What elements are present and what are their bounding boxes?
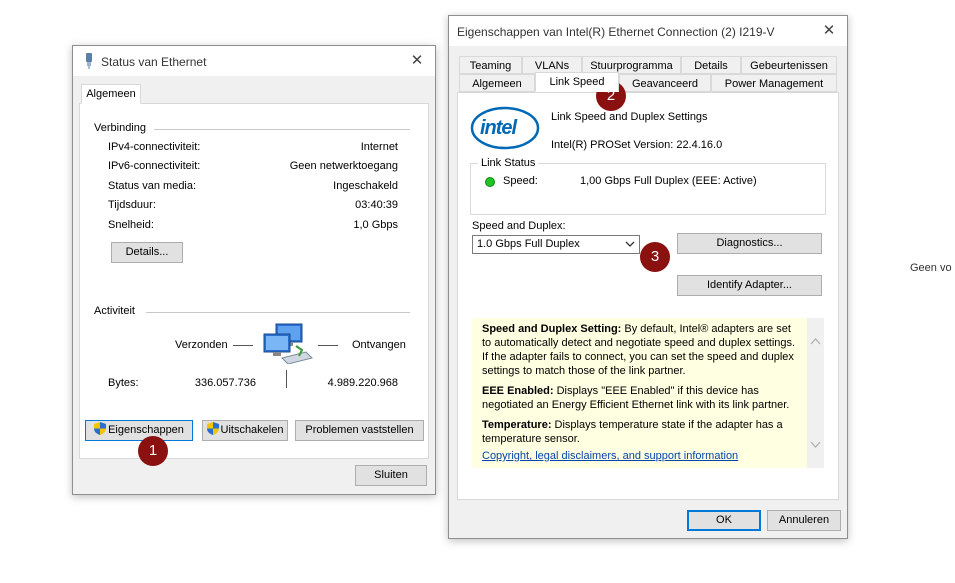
properties-button[interactable]: Eigenschappen [85, 420, 193, 441]
connection-group-label: Verbinding [94, 122, 146, 134]
link-speed-heading: Link Speed and Duplex Settings [551, 111, 708, 123]
help-text-area: Speed and Duplex Setting: By default, In… [472, 318, 807, 468]
diagnose-button[interactable]: Problemen vaststellen [295, 420, 424, 441]
tab-geavanceerd[interactable]: Geavanceerd [619, 74, 711, 92]
chevron-down-icon [625, 239, 635, 252]
link-speed-label: Speed: [503, 175, 538, 187]
speed-duplex-value: 1.0 Gbps Full Duplex [477, 238, 580, 250]
status-panel: Verbinding IPv4-connectiviteit: Internet… [79, 103, 429, 459]
ipv6-value: Geen netwerktoegang [289, 160, 398, 172]
close-icon[interactable]: ✕ [819, 21, 839, 41]
support-link[interactable]: Copyright, legal disclaimers, and suppor… [482, 450, 738, 462]
ipv4-label: IPv4-connectiviteit: [108, 141, 201, 153]
tab-link-speed[interactable]: Link Speed [535, 72, 619, 92]
media-label: Status van media: [108, 180, 197, 192]
scroll-down-icon[interactable] [810, 440, 821, 452]
disable-button[interactable]: Uitschakelen [202, 420, 288, 441]
bytes-label: Bytes: [108, 377, 139, 389]
speed-label: Snelheid: [108, 219, 154, 231]
properties-window: Eigenschappen van Intel(R) Ethernet Conn… [448, 15, 848, 539]
identify-adapter-button[interactable]: Identify Adapter... [677, 275, 822, 296]
annotation-badge-3: 3 [640, 242, 670, 272]
help-paragraph-eee: EEE Enabled: Displays "EEE Enabled" if t… [482, 384, 800, 412]
speed-duplex-select[interactable]: 1.0 Gbps Full Duplex [472, 235, 640, 254]
properties-button-label: Eigenschappen [108, 424, 184, 436]
details-button[interactable]: Details... [111, 242, 183, 263]
activity-divider [146, 312, 410, 313]
status-window: Status van Ethernet ✕ Algemeen Verbindin… [72, 45, 436, 495]
tab-teaming[interactable]: Teaming [459, 56, 522, 74]
uac-shield-icon [94, 422, 107, 435]
duration-label: Tijdsduur: [108, 199, 156, 211]
duration-value: 03:40:39 [355, 199, 398, 211]
ok-button[interactable]: OK [687, 510, 761, 531]
bytes-received-value: 4.989.220.968 [327, 377, 398, 389]
media-value: Ingeschakeld [333, 180, 398, 192]
received-dash [318, 345, 338, 346]
disable-button-label: Uitschakelen [220, 424, 284, 436]
connection-divider [154, 129, 410, 130]
tab-power-management[interactable]: Power Management [711, 74, 837, 92]
link-speed-panel: intel Link Speed and Duplex Settings Int… [457, 92, 839, 500]
tab-algemeen[interactable]: Algemeen [81, 84, 141, 104]
received-label: Ontvangen [352, 339, 406, 351]
help-title-eee: EEE Enabled: [482, 385, 554, 397]
help-title-speed: Speed and Duplex Setting: [482, 323, 622, 335]
ipv6-label: IPv6-connectiviteit: [108, 160, 201, 172]
annotation-badge-1: 1 [138, 436, 168, 466]
link-status-group [470, 163, 826, 215]
proset-version: Intel(R) PROSet Version: 22.4.16.0 [551, 139, 723, 151]
close-button[interactable]: Sluiten [355, 465, 427, 486]
uac-shield-icon [206, 422, 219, 435]
help-paragraph-speed: Speed and Duplex Setting: By default, In… [482, 322, 800, 378]
ethernet-plug-icon [83, 53, 95, 72]
cancel-button[interactable]: Annuleren [767, 510, 841, 531]
sent-dash [233, 345, 253, 346]
status-titlebar: Status van Ethernet ✕ [73, 46, 435, 76]
speed-value: 1,0 Gbps [353, 219, 398, 231]
properties-titlebar: Eigenschappen van Intel(R) Ethernet Conn… [449, 16, 847, 46]
close-icon[interactable]: ✕ [407, 51, 427, 71]
computers-activity-icon [262, 322, 322, 367]
status-window-title: Status van Ethernet [101, 55, 207, 69]
sent-label: Verzonden [175, 339, 228, 351]
scroll-up-icon[interactable] [810, 336, 821, 348]
help-content: Speed and Duplex Setting: By default, In… [482, 322, 800, 462]
speed-duplex-label: Speed and Duplex: [472, 220, 566, 232]
ipv4-value: Internet [360, 141, 398, 153]
tab-details[interactable]: Details [681, 56, 741, 74]
tab-gebeurtenissen[interactable]: Gebeurtenissen [741, 56, 837, 74]
intel-logo-text: intel [480, 117, 517, 139]
diagnostics-button[interactable]: Diagnostics... [677, 233, 822, 254]
bytes-separator [286, 370, 287, 388]
intel-logo: intel [470, 103, 540, 153]
help-paragraph-temperature: Temperature: Displays temperature state … [482, 418, 800, 446]
properties-window-title: Eigenschappen van Intel(R) Ethernet Conn… [457, 25, 775, 39]
help-title-temperature: Temperature: [482, 419, 552, 431]
background-status-text: Geen vo [910, 262, 952, 274]
activity-group-label: Activiteit [94, 305, 135, 317]
bytes-sent-value: 336.057.736 [194, 377, 256, 389]
tab-algemeen[interactable]: Algemeen [459, 74, 535, 92]
help-scrollbar[interactable] [807, 318, 824, 468]
link-status-label: Link Status [478, 157, 539, 169]
link-speed-value: 1,00 Gbps Full Duplex (EEE: Active) [580, 175, 757, 187]
status-dot-icon [485, 177, 495, 187]
